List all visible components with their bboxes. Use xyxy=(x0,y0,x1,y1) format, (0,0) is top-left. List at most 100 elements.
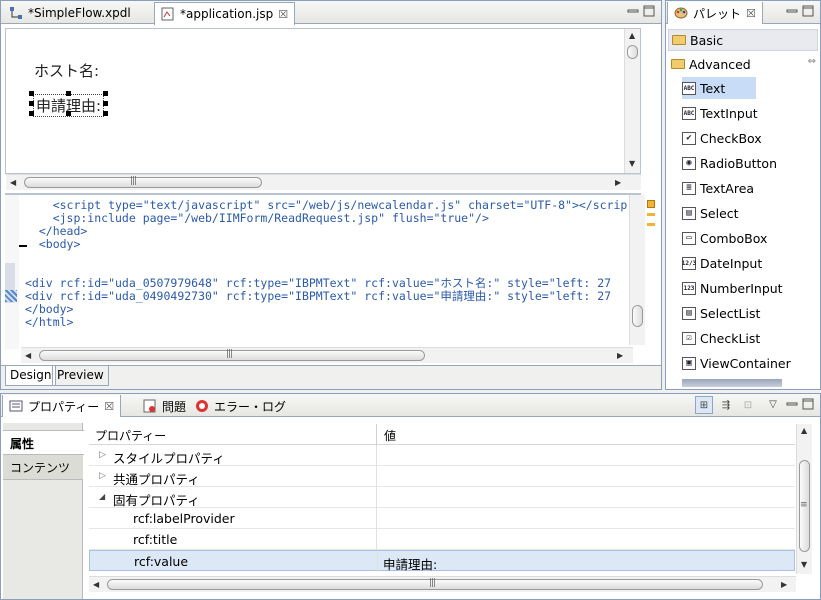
palette-item-combobox[interactable]: ▭ ComboBox xyxy=(682,227,821,249)
restore-default-icon[interactable]: ⊡ xyxy=(739,396,757,414)
source-pane[interactable]: <script type="text/javascript" src="/web… xyxy=(5,193,641,349)
palette-item-checkbox[interactable]: ✔ CheckBox xyxy=(682,127,821,149)
table-row[interactable]: ▷ 共通プロパティ xyxy=(89,466,795,487)
property-value[interactable]: 申請理由: xyxy=(383,554,437,573)
maximize-icon[interactable] xyxy=(802,5,814,20)
code-line[interactable]: <body> xyxy=(25,238,81,251)
line-ruler xyxy=(5,195,27,349)
editor-pane: *SimpleFlow.xpdl *application.jsp ☒ ホスト名… xyxy=(0,0,662,390)
column-divider[interactable] xyxy=(376,424,377,445)
host-label[interactable]: ホスト名: xyxy=(34,60,99,81)
palette-item-textarea[interactable]: ≡ TextArea xyxy=(682,177,821,199)
close-icon[interactable]: ☒ xyxy=(278,8,288,21)
minimize-icon[interactable] xyxy=(786,5,798,20)
tab-palette[interactable]: パレット ☒ xyxy=(667,2,763,24)
filter-advanced-icon[interactable]: ⇶ xyxy=(717,396,735,414)
drawer-label: Advanced xyxy=(689,56,751,72)
palette-item-textinput[interactable]: ABC TextInput xyxy=(682,102,821,124)
tab-contents[interactable]: コンテンツ xyxy=(3,455,83,480)
scroll-thumb[interactable] xyxy=(627,45,638,59)
pin-icon[interactable]: ⇔ xyxy=(808,56,816,67)
source-hscroll[interactable]: ◀ ||| ▶ xyxy=(21,347,633,363)
palette-item-label: Select xyxy=(700,205,739,221)
palette-item-dateinput[interactable]: 12/3 DateInput xyxy=(682,252,821,274)
source-vscroll[interactable] xyxy=(629,195,645,345)
canvas-vscroll[interactable]: ▲ ▼ xyxy=(624,29,640,173)
column-header-property[interactable]: プロパティー xyxy=(95,427,166,444)
overview-marker[interactable] xyxy=(647,213,655,216)
overview-marker[interactable] xyxy=(647,223,655,226)
collapse-icon[interactable]: ◢ xyxy=(99,492,105,501)
scroll-left-icon[interactable]: ◀ xyxy=(10,178,16,188)
tab-label: 問題 xyxy=(162,399,187,414)
tab-error-log[interactable]: エラー・ログ xyxy=(189,395,292,417)
column-divider xyxy=(376,487,377,508)
code-line[interactable]: </html> xyxy=(25,316,73,329)
palette-item-partial[interactable] xyxy=(682,379,782,387)
scroll-right-icon[interactable]: ▶ xyxy=(615,178,621,188)
palette-item-label: DateInput xyxy=(700,255,763,271)
code-line[interactable]: <jsp:include page="/web/IIMForm/ReadRequ… xyxy=(25,212,489,225)
property-name: スタイルプロパティ xyxy=(113,451,225,466)
close-icon[interactable]: ☒ xyxy=(746,7,756,20)
properties-hscroll[interactable]: ◀ ||| ▶ xyxy=(89,576,796,592)
palette-item-checklist[interactable]: ☑ CheckList xyxy=(682,327,821,349)
table-row[interactable]: rcf:title xyxy=(89,529,795,550)
column-header-value[interactable]: 値 xyxy=(384,427,396,444)
expand-icon[interactable]: ▷ xyxy=(99,450,106,460)
expand-icon[interactable]: ▷ xyxy=(99,471,106,481)
table-row[interactable]: ▷ スタイルプロパティ xyxy=(89,445,795,466)
canvas-hscroll[interactable]: ◀ ||| ▶ xyxy=(6,174,641,190)
show-categories-icon[interactable]: ⊞ xyxy=(695,396,713,414)
palette-item-viewcontainer[interactable]: ▣ ViewContainer xyxy=(682,352,821,374)
tab-application-jsp[interactable]: *application.jsp ☒ xyxy=(154,2,296,25)
scroll-right-icon[interactable]: ▶ xyxy=(617,351,623,361)
resize-handle[interactable] xyxy=(29,91,34,96)
scroll-up-icon[interactable]: ▲ xyxy=(801,426,807,436)
resize-handle[interactable] xyxy=(66,91,71,96)
properties-vscroll[interactable]: ▲ ≡ ▼ xyxy=(796,424,812,574)
scroll-right-icon[interactable]: ▶ xyxy=(781,580,787,590)
scroll-left-icon[interactable]: ◀ xyxy=(25,351,31,361)
scroll-thumb[interactable] xyxy=(24,177,262,188)
table-row[interactable]: ◢ 固有プロパティ xyxy=(89,487,795,508)
palette-item-radiobutton[interactable]: ◉ RadioButton xyxy=(682,152,821,174)
resize-handle[interactable] xyxy=(103,111,108,116)
palette-item-selectlist[interactable]: ▤ SelectList xyxy=(682,302,821,324)
tab-problems[interactable]: 問題 xyxy=(137,395,192,417)
palette-item-label: TextArea xyxy=(700,180,755,196)
tab-attributes[interactable]: 属性 xyxy=(3,430,84,455)
tab-preview[interactable]: Preview xyxy=(52,366,109,386)
minimize-icon[interactable] xyxy=(786,398,798,413)
table-row-selected[interactable]: rcf:value 申請理由: xyxy=(89,550,795,573)
resize-handle[interactable] xyxy=(103,91,108,96)
resize-handle[interactable] xyxy=(29,111,34,116)
palette-item-label: Text xyxy=(700,80,726,96)
palette-view: パレット ☒ Basic Advanced ⇔ ABC Text ABC Tex… xyxy=(665,0,821,390)
close-icon[interactable]: ☒ xyxy=(104,400,114,413)
drawer-basic[interactable]: Basic xyxy=(668,29,818,51)
palette-item-select[interactable]: ▤ Select xyxy=(682,202,821,224)
resize-handle[interactable] xyxy=(66,111,71,116)
scroll-thumb[interactable] xyxy=(632,305,643,327)
scroll-up-icon[interactable]: ▲ xyxy=(629,31,635,41)
code-line[interactable]: <div rcf:id="uda_0490492730" rcf:type="I… xyxy=(25,290,611,303)
view-menu-icon[interactable]: ▽ xyxy=(764,395,782,413)
palette-item-numberinput[interactable]: 123 NumberInput xyxy=(682,277,821,299)
drawer-advanced[interactable]: Advanced ⇔ xyxy=(668,53,818,75)
resize-handle[interactable] xyxy=(103,101,108,106)
maximize-icon[interactable] xyxy=(643,5,655,20)
overview-marker[interactable] xyxy=(647,200,655,208)
resize-handle[interactable] xyxy=(29,101,34,106)
palette-item-text[interactable]: ABC Text xyxy=(682,77,756,99)
design-canvas[interactable]: ホスト名: 申請理由: xyxy=(5,28,641,174)
scroll-down-icon[interactable]: ▼ xyxy=(629,159,635,169)
minimize-icon[interactable] xyxy=(627,5,639,20)
maximize-icon[interactable] xyxy=(802,398,814,413)
scroll-down-icon[interactable]: ▼ xyxy=(801,560,807,570)
tab-properties[interactable]: プロパティー ☒ xyxy=(2,395,122,417)
table-row[interactable]: rcf:labelProvider xyxy=(89,508,795,529)
tab-design[interactable]: Design xyxy=(5,366,57,386)
scroll-left-icon[interactable]: ◀ xyxy=(93,580,99,590)
tab-simpleflow[interactable]: *SimpleFlow.xpdl xyxy=(3,2,137,24)
